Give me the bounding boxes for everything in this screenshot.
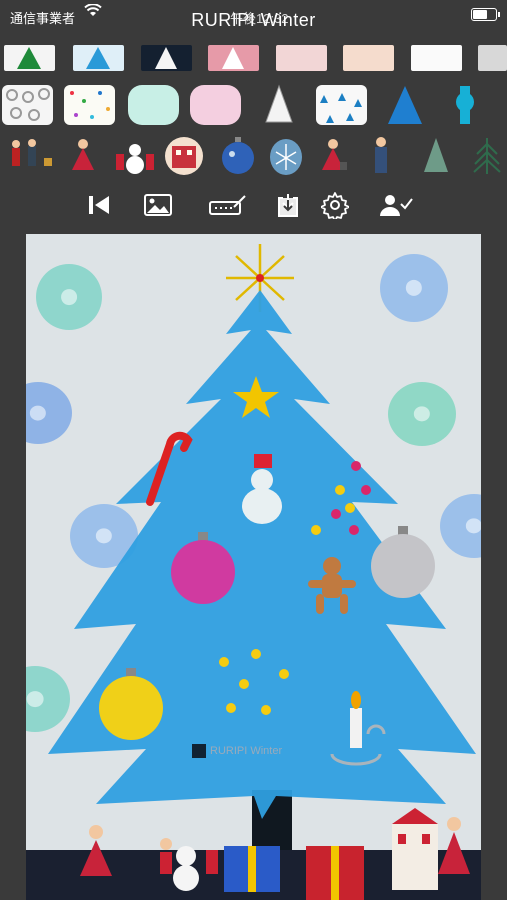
watermark-logo	[192, 744, 206, 758]
swatch-peach[interactable]	[343, 45, 394, 71]
pattern-mint-wash[interactable]	[128, 85, 179, 125]
green-tree-icon[interactable]	[418, 136, 454, 181]
signature-button[interactable]	[208, 192, 248, 222]
save-download-icon	[275, 192, 301, 223]
pink-ornament	[171, 540, 235, 604]
image-icon	[143, 193, 173, 222]
watermark: RURIPI Winter	[192, 744, 282, 758]
girl-bag-icon[interactable]	[316, 138, 350, 181]
image-button[interactable]	[143, 192, 173, 222]
pattern-pastel-wash[interactable]	[190, 85, 241, 125]
swatch-pink-tree[interactable]	[208, 45, 259, 71]
red-houses	[392, 824, 438, 890]
user-check-button[interactable]	[378, 192, 414, 222]
swatch-green-tree[interactable]	[4, 45, 55, 71]
swatch-navy-tree[interactable]	[141, 45, 192, 71]
man-coat-icon[interactable]	[366, 136, 396, 181]
pattern-triangles[interactable]	[316, 85, 367, 125]
blue-ornament-icon[interactable]	[218, 136, 258, 181]
pine-tree-icon[interactable]	[470, 136, 504, 181]
snowman-kids-icon[interactable]	[114, 138, 156, 181]
swatch-white[interactable]	[411, 45, 462, 71]
girl-red-coat-icon[interactable]	[66, 138, 100, 181]
save-button[interactable]	[273, 192, 303, 222]
swatch-blue-tree[interactable]	[73, 45, 124, 71]
settings-button[interactable]	[320, 191, 350, 224]
pattern-circles[interactable]	[2, 85, 53, 125]
app-title: RURIPI Winter	[191, 10, 316, 30]
walking-people-icon[interactable]	[8, 138, 56, 181]
pattern-confetti[interactable]	[64, 85, 115, 125]
snow-ornament-icon[interactable]	[266, 136, 306, 181]
back-to-start-icon	[86, 194, 112, 221]
drawing-canvas[interactable]: RURIPI Winter	[26, 234, 481, 900]
blue-tree-icon[interactable]	[384, 84, 426, 131]
white-tree-icon[interactable]	[262, 84, 296, 131]
back-to-start-button[interactable]	[84, 192, 114, 222]
gold-ornament	[99, 676, 163, 740]
gear-icon	[320, 191, 350, 224]
blue-vase-icon[interactable]	[450, 84, 480, 131]
signature-icon	[208, 193, 248, 222]
christmas-tree-scene	[26, 244, 481, 900]
candle	[350, 708, 362, 748]
user-check-icon	[379, 192, 413, 223]
swatch-blush[interactable]	[276, 45, 327, 71]
house-ball-icon[interactable]	[164, 136, 204, 181]
swatch-light-gray[interactable]	[478, 45, 507, 71]
snowman-hat	[254, 454, 272, 468]
silver-ornament	[371, 534, 435, 598]
watermark-text: RURIPI Winter	[210, 745, 283, 757]
